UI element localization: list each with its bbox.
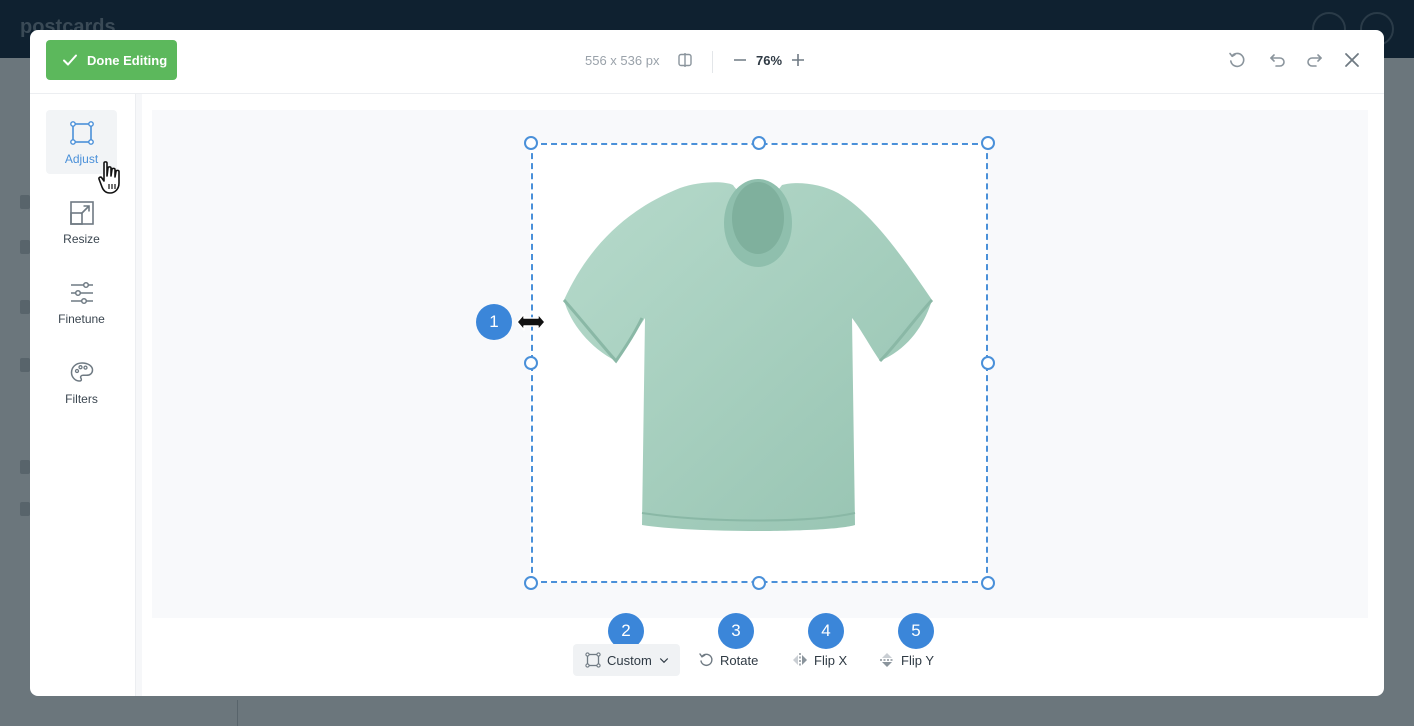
tool-resize[interactable]: Resize — [46, 190, 117, 254]
flip-y-label: Flip Y — [901, 652, 934, 668]
header-divider — [712, 51, 713, 73]
crop-handle-bottom[interactable] — [752, 576, 766, 590]
background-sidebar-icon — [20, 195, 30, 209]
tool-sidebar: Adjust Resize Finetune Filters — [30, 94, 136, 696]
tool-finetune[interactable]: Finetune — [46, 270, 117, 334]
editor-canvas: 1 — [152, 110, 1368, 618]
tool-resize-label: Resize — [63, 232, 100, 246]
rotate-label: Rotate — [720, 652, 759, 668]
redo-icon[interactable] — [1306, 51, 1324, 69]
done-editing-button[interactable]: Done Editing — [46, 40, 177, 80]
tool-adjust-label: Adjust — [64, 152, 99, 166]
flip-vertical-icon — [880, 653, 894, 667]
crop-frame[interactable] — [531, 143, 988, 583]
aspect-ratio-dropdown[interactable]: Custom — [573, 644, 680, 676]
background-sidebar-icon — [20, 358, 30, 372]
rotate-icon — [699, 653, 713, 667]
crop-handle-top[interactable] — [752, 136, 766, 150]
background-sidebar-icon — [20, 460, 30, 474]
crop-handle-top-right[interactable] — [981, 136, 995, 150]
crop-frame-icon — [69, 121, 94, 145]
hand-cursor-icon — [98, 161, 120, 194]
tool-filters[interactable]: Filters — [46, 350, 117, 414]
tool-filters-label: Filters — [65, 392, 98, 406]
undo-icon[interactable] — [1268, 51, 1286, 69]
crop-handle-right[interactable] — [981, 356, 995, 370]
background-sidebar-icon — [20, 300, 30, 314]
background-sidebar-icon — [20, 240, 30, 254]
zoom-level: 76% — [756, 53, 783, 68]
crop-handle-bottom-right[interactable] — [981, 576, 995, 590]
crop-handle-top-left[interactable] — [524, 136, 538, 150]
flip-horizontal-icon — [793, 653, 807, 667]
zoom-in-icon[interactable] — [790, 52, 806, 68]
image-editor-modal: Done Editing 556 x 536 px 76% Adjust Res… — [30, 30, 1384, 696]
rotate-button[interactable]: Rotate — [698, 644, 758, 676]
editor-header: Done Editing 556 x 536 px 76% — [30, 30, 1384, 94]
palette-icon — [70, 362, 93, 382]
reset-icon[interactable] — [1228, 51, 1246, 69]
checkmark-icon — [63, 54, 77, 66]
crop-frame-icon — [585, 652, 601, 668]
flip-x-button[interactable]: Flip X — [792, 644, 847, 676]
aspect-ratio-label: Custom — [607, 652, 652, 668]
background-sidebar-icon — [20, 502, 30, 516]
compare-icon[interactable] — [677, 52, 693, 68]
close-icon[interactable] — [1343, 51, 1361, 69]
crop-handle-bottom-left[interactable] — [524, 576, 538, 590]
tool-finetune-label: Finetune — [58, 312, 105, 326]
crop-handle-left[interactable] — [524, 356, 538, 370]
resize-horizontal-cursor-icon — [516, 313, 546, 331]
sidebar-shadow — [136, 94, 142, 696]
flip-x-label: Flip X — [814, 652, 848, 668]
done-editing-label: Done Editing — [87, 52, 168, 68]
resize-icon — [69, 201, 94, 225]
background-divider — [237, 700, 238, 726]
image-dimensions: 556 x 536 px — [585, 53, 660, 68]
step-badge-1: 1 — [476, 304, 512, 340]
chevron-down-icon — [659, 658, 668, 664]
zoom-out-icon[interactable] — [732, 52, 748, 68]
flip-y-button[interactable]: Flip Y — [879, 644, 934, 676]
sliders-icon — [70, 281, 93, 305]
